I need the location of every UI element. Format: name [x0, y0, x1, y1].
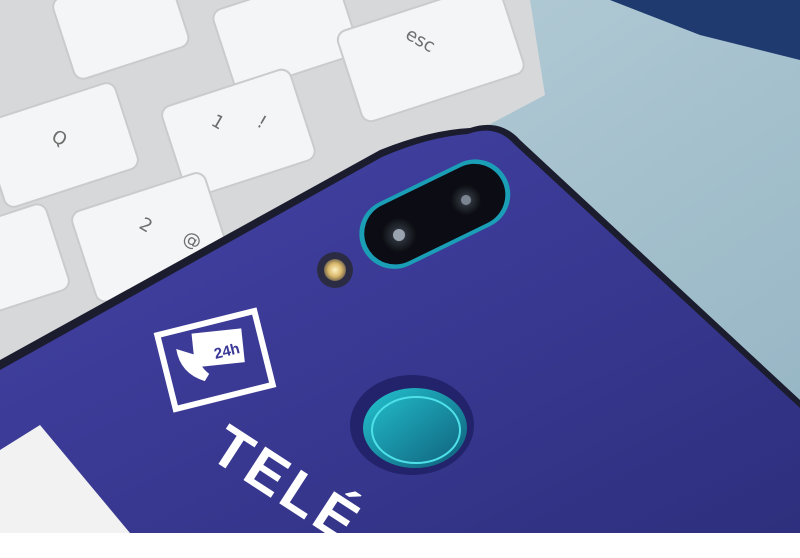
- fingerprint-sensor-icon: [350, 375, 474, 475]
- flash-icon: [317, 252, 353, 288]
- photo-scene: [0, 0, 800, 533]
